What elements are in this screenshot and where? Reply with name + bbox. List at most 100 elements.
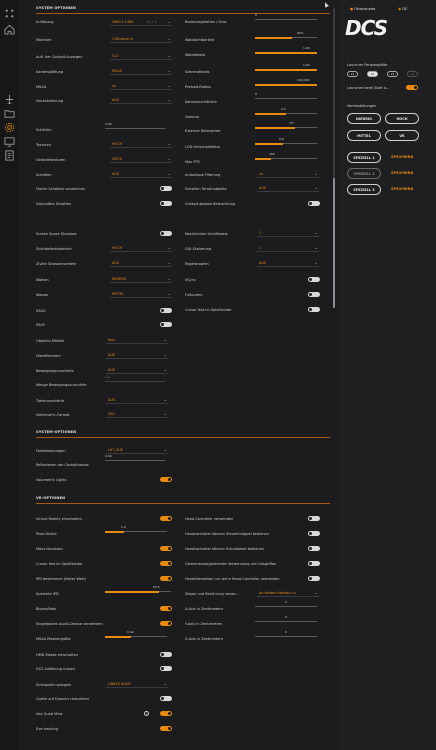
seiten-select[interactable]: 2X0 ⌄ [106,410,168,418]
preset-niedrig-button[interactable]: NIEDRIG [347,113,381,124]
regen-select[interactable]: AUS ⌄ [257,259,319,267]
kamin-slider[interactable]: 0 [255,92,317,101]
msaa-select[interactable]: 4x ⌄ [110,82,172,90]
farb-select[interactable]: LUT_AUE ⌄ [106,446,168,454]
hand-ctrl-toggle[interactable] [308,516,320,521]
gelaende-select[interactable]: HOCH ⌄ [110,155,172,163]
cursor-fest-toggle[interactable] [308,307,320,312]
launcher-start-toggle[interactable] [406,85,418,90]
save-special-1-button[interactable]: SPEICHERN [391,155,413,159]
dots-menu-icon[interactable] [4,8,15,19]
preset-vr-button[interactable]: VR [385,130,419,141]
screenspace-toggle[interactable] [160,231,172,236]
scale-x4-button[interactable]: x4 [407,71,418,77]
bodenveg-slider[interactable]: 0 [255,13,317,22]
maxfps-slider[interactable]: 180 [255,152,317,161]
walddetails-slider[interactable]: 1,00 [255,46,317,55]
info-icon[interactable]: i [144,711,149,716]
vr-on-toggle[interactable] [160,516,172,521]
preset-mittel-button[interactable]: MITTEL [347,130,381,141]
wolken-select[interactable]: NIEDRIG ⌄ [110,275,172,283]
tiefen-select[interactable]: AUS ⌄ [106,396,168,404]
save-special-2-button[interactable]: SPEICHERN [391,171,413,175]
quad-toggle[interactable] [160,711,172,716]
toggle-knob [167,711,172,716]
reflex-slider[interactable]: 0,00 [105,454,165,463]
sekundaer-toggle[interactable] [160,201,172,206]
ssao-toggle[interactable] [160,308,172,313]
zachse-slider[interactable]: 0 [255,630,317,639]
save-special-3-button[interactable]: SPEICHERN [391,187,413,191]
gamma-slider[interactable]: 2,0 [255,107,317,116]
ipd-fest-toggle[interactable] [160,576,172,581]
special-2-button[interactable]: SPEZIELL 2 [347,168,381,179]
special-3-button[interactable]: SPEZIELL 3 [347,184,381,195]
gear-icon[interactable] [4,122,15,133]
eye-toggle[interactable] [160,726,172,731]
scale-x1-button[interactable]: x1 [347,71,358,77]
hand-steuer-toggle[interactable] [308,531,320,536]
folder-icon[interactable] [4,108,15,119]
bloom-toggle[interactable] [160,606,172,611]
xachse-slider[interactable]: 0 [255,600,317,609]
cockpit-res-select[interactable]: 512 ⌄ [110,52,172,60]
terrain-shadows-select[interactable]: AUS ⌄ [257,184,319,192]
menge-bewegung-slider[interactable]: 1,0 [105,375,165,384]
home-icon[interactable] [4,24,15,35]
scale-x3-button[interactable]: x3 [387,71,398,77]
pixel-slider[interactable]: 1,0 [105,525,167,534]
szenen-slider[interactable]: 1,00 [255,63,317,72]
dcs-aufl-toggle[interactable] [160,666,172,671]
aufloesung-select[interactable]: 2840 x 2160 16 x 9 ⌄ [110,18,172,26]
vsync-toggle[interactable] [308,277,320,282]
document-icon[interactable] [4,150,15,161]
hmd-mask-toggle[interactable] [160,652,172,657]
handinter-toggle[interactable] [308,576,320,581]
scrollbar-thumb[interactable] [333,178,335,308]
hoch-select[interactable]: AUS ⌄ [110,96,172,104]
user-menu[interactable]: ● Otrocanedo [350,7,375,11]
preset-hoch-button[interactable]: HOCH [385,113,419,124]
audio-toggle[interactable] [160,621,172,626]
spezielle-ipd-slider[interactable]: 63,5 [105,585,171,594]
flache-toggle[interactable] [160,186,172,191]
wasser-select[interactable]: MITTEL ⌄ [110,290,172,298]
aniso-select[interactable]: 2x ⌄ [257,170,319,178]
gemeinsame-toggle[interactable] [308,561,320,566]
waldsicht-slider[interactable]: 60% [255,31,317,40]
fullscreen-toggle[interactable] [308,292,320,297]
texturen-select[interactable]: HOCH ⌄ [110,140,172,148]
hitze-select[interactable]: AUS ⌄ [106,351,168,359]
yachse-slider[interactable]: 0 [255,615,317,624]
volumetric-toggle[interactable] [160,477,172,482]
preload-slider[interactable]: 100.000 [255,78,317,87]
aircraft-icon[interactable] [4,94,15,105]
msaa-mask-slider[interactable]: 0,42 [105,630,167,639]
hand-schub-toggle[interactable] [308,546,320,551]
kanten-select[interactable]: MSAA ⌄ [110,67,172,75]
bewegung-select[interactable]: AUS ⌄ [106,366,168,374]
vr-cursor-fest-toggle[interactable] [160,561,172,566]
ziviler-select[interactable]: AUS ⌄ [110,259,172,267]
gui-select[interactable]: 1 ⌄ [257,244,319,252]
scale-x2-button[interactable]: x2 [367,71,378,77]
special-1-button[interactable]: SPEZIELL 1 [347,152,381,163]
schaerfe-slider[interactable]: 0,00 [105,122,165,131]
nachrichten-select[interactable]: 1 ⌄ [257,229,319,237]
objektiv-select[interactable]: Kein ⌄ [106,336,168,344]
externer-slider[interactable]: 70° [255,121,317,130]
zeiger-select[interactable]: An beiden Händen nu ⌄ [257,589,319,597]
sicht-select[interactable]: HOCH ⌄ [110,244,172,252]
lod-slider[interactable]: 0,8 [255,137,317,146]
vertical-scrollbar[interactable] [333,8,335,308]
sicht-spiegeln-select[interactable]: LINKES AUGE ⌄ [106,680,168,688]
monitore-select[interactable]: 1 Bildschirm ⌄ [110,35,172,43]
maus-toggle[interactable] [160,546,172,551]
schatten-select[interactable]: AUS ⌄ [110,170,172,178]
chevron-down-icon: ⌄ [167,276,171,281]
sslr-toggle[interactable] [160,322,172,327]
cockpit-light-toggle[interactable] [308,201,320,206]
language-menu[interactable]: ◉ DE [398,7,407,11]
quelle-toggle[interactable] [160,696,172,701]
display-icon[interactable] [4,136,15,147]
